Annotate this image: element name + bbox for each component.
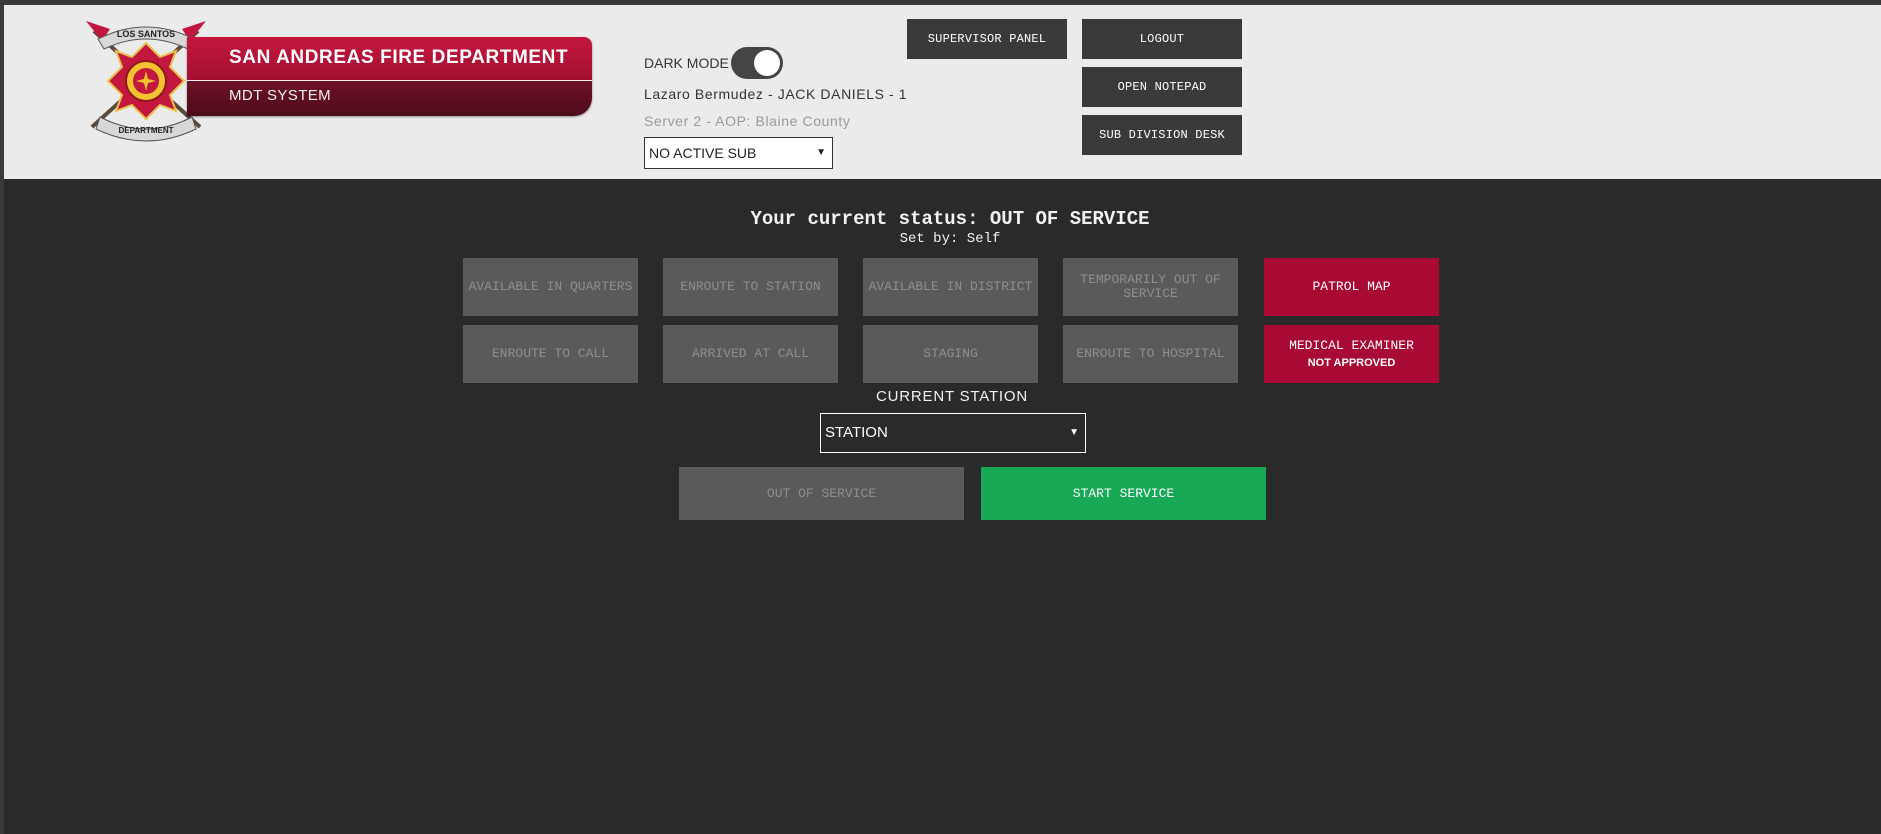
temporarily-out-of-service-button[interactable]: TEMPORARILY OUT OF SERVICE <box>1063 258 1238 316</box>
enroute-to-hospital-button[interactable]: ENROUTE TO HOSPITAL <box>1063 325 1238 383</box>
status-set-by: Set by: Self <box>899 231 1001 247</box>
sub-division-select[interactable]: NO ACTIVE SUB ▼ <box>644 137 833 169</box>
available-in-quarters-button[interactable]: AVAILABLE IN QUARTERS <box>463 258 638 316</box>
sub-division-select-value: NO ACTIVE SUB <box>649 145 757 161</box>
badge-top-text: LOS SANTOS <box>117 29 175 39</box>
server-info: Server 2 - AOP: Blaine County <box>644 113 851 129</box>
department-banner: SAN ANDREAS FIRE DEPARTMENT MDT SYSTEM <box>187 37 592 116</box>
open-notepad-button[interactable]: OPEN NOTEPAD <box>1082 67 1242 107</box>
dark-mode-toggle[interactable] <box>731 47 783 79</box>
department-title: SAN ANDREAS FIRE DEPARTMENT <box>187 37 592 81</box>
patrol-map-button[interactable]: PATROL MAP <box>1264 258 1439 316</box>
medical-examiner-label: MEDICAL EXAMINER <box>1289 337 1414 353</box>
arrived-at-call-button[interactable]: ARRIVED AT CALL <box>663 325 838 383</box>
badge-bottom-text: DEPARTMENT <box>119 126 174 135</box>
staging-button[interactable]: STAGING <box>863 325 1038 383</box>
station-select[interactable]: STATION ▼ <box>820 413 1086 453</box>
header-bar: LOS SANTOS DEPARTMENT SAN ANDREAS FIRE D… <box>4 5 1881 179</box>
station-select-value: STATION <box>825 424 888 441</box>
enroute-to-call-button[interactable]: ENROUTE TO CALL <box>463 325 638 383</box>
out-of-service-button[interactable]: OUT OF SERVICE <box>679 467 964 520</box>
supervisor-panel-button[interactable]: SUPERVISOR PANEL <box>907 19 1067 59</box>
enroute-to-station-button[interactable]: ENROUTE TO STATION <box>663 258 838 316</box>
user-info: Lazaro Bermudez - JACK DANIELS - 1 <box>644 86 908 102</box>
toggle-knob <box>754 50 780 76</box>
current-status-title: Your current status: OUT OF SERVICE <box>750 208 1150 230</box>
start-service-button[interactable]: START SERVICE <box>981 467 1266 520</box>
sub-division-desk-button[interactable]: SUB DIVISION DESK <box>1082 115 1242 155</box>
dropdown-arrow-icon: ▼ <box>816 147 826 158</box>
logout-button[interactable]: LOGOUT <box>1082 19 1242 59</box>
dark-mode-label: DARK MODE <box>644 55 729 71</box>
system-subtitle: MDT SYSTEM <box>187 81 592 116</box>
medical-examiner-button[interactable]: MEDICAL EXAMINER NOT APPROVED <box>1264 325 1439 383</box>
medical-examiner-status: NOT APPROVED <box>1307 356 1396 369</box>
current-station-label: CURRENT STATION <box>875 388 1028 405</box>
dropdown-arrow-icon: ▼ <box>1069 427 1079 438</box>
available-in-district-button[interactable]: AVAILABLE IN DISTRICT <box>863 258 1038 316</box>
